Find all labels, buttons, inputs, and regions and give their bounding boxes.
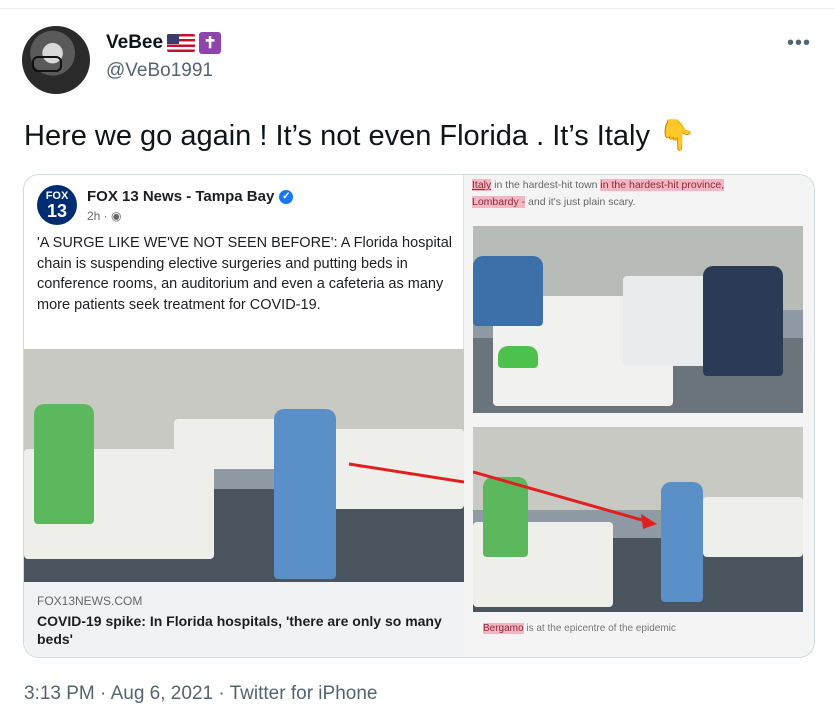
italy-caption: Italy in the hardest-hit town in the har… xyxy=(472,177,772,211)
caption-bergamo: Bergamo xyxy=(483,623,524,634)
tweet-meta[interactable]: 3:13 PM · Aug 6, 2021 · Twitter for iPho… xyxy=(24,683,377,705)
photo-person xyxy=(473,256,543,326)
red-arrow-tip xyxy=(473,470,657,529)
fox-post-panel: FOX 13 FOX 13 News - Tampa Bay ✓ 2h · ◉ … xyxy=(24,175,464,657)
media-card[interactable]: FOX 13 FOX 13 News - Tampa Bay ✓ 2h · ◉ … xyxy=(23,174,815,658)
link-domain: FOX13NEWS.COM xyxy=(37,594,143,608)
bergamo-caption: Bergamo is at the epicentre of the epide… xyxy=(483,623,676,634)
red-arrow-line xyxy=(348,462,464,484)
red-arrow-head xyxy=(641,514,657,529)
tweet-text-body: Here we go again ! It’s not even Florida… xyxy=(24,120,650,152)
photo-person xyxy=(703,266,783,376)
more-options-icon[interactable]: ••• xyxy=(787,32,811,55)
italy-ward-photo xyxy=(473,427,803,612)
florida-hospital-photo xyxy=(24,349,464,582)
display-name[interactable]: VeBee xyxy=(106,32,163,54)
author-block: VeBee ✝ @VeBo1991 xyxy=(106,32,222,82)
caption-end: and it's just plain scary. xyxy=(525,196,636,208)
fox13-logo: FOX 13 xyxy=(37,185,77,225)
italy-icu-photo xyxy=(473,226,803,413)
pointing-down-icon: 👇 xyxy=(658,119,696,152)
caption-province: in the hardest-hit province, xyxy=(600,179,725,191)
fox13-logo-text: FOX xyxy=(45,189,69,202)
italy-panel: Italy in the hardest-hit town in the har… xyxy=(464,175,814,657)
fox-post-time: 2h · ◉ xyxy=(87,209,122,223)
fox13-logo-number: 13 xyxy=(46,200,68,221)
red-arrow-line xyxy=(473,470,650,524)
cross-icon: ✝ xyxy=(199,32,222,54)
avatar[interactable] xyxy=(22,26,90,94)
us-flag-icon xyxy=(167,34,196,52)
top-divider xyxy=(0,8,835,9)
name-row: VeBee ✝ xyxy=(106,32,222,54)
fox-page-name-row: FOX 13 News - Tampa Bay ✓ xyxy=(87,188,294,205)
link-headline: COVID-19 spike: In Florida hospitals, 't… xyxy=(37,613,442,647)
tweet-text: Here we go again ! It’s not even Florida… xyxy=(24,118,695,153)
photo-person xyxy=(498,346,538,368)
caption-bergamo-rest: is at the epicentre of the epidemic xyxy=(523,623,676,634)
fox-page-name: FOX 13 News - Tampa Bay xyxy=(87,188,275,205)
caption-italy: Italy xyxy=(472,179,492,191)
caption-mid: in the hardest-hit town xyxy=(491,179,601,191)
fox-post-body: 'A SURGE LIKE WE'VE NOT SEEN BEFORE': A … xyxy=(37,235,452,313)
caption-lombardy: Lombardy - xyxy=(472,196,526,208)
red-arrow xyxy=(348,462,464,484)
link-preview-footer[interactable]: FOX13NEWS.COM COVID-19 spike: In Florida… xyxy=(24,582,464,657)
user-handle[interactable]: @VeBo1991 xyxy=(106,60,221,82)
verified-badge-icon: ✓ xyxy=(279,189,294,204)
